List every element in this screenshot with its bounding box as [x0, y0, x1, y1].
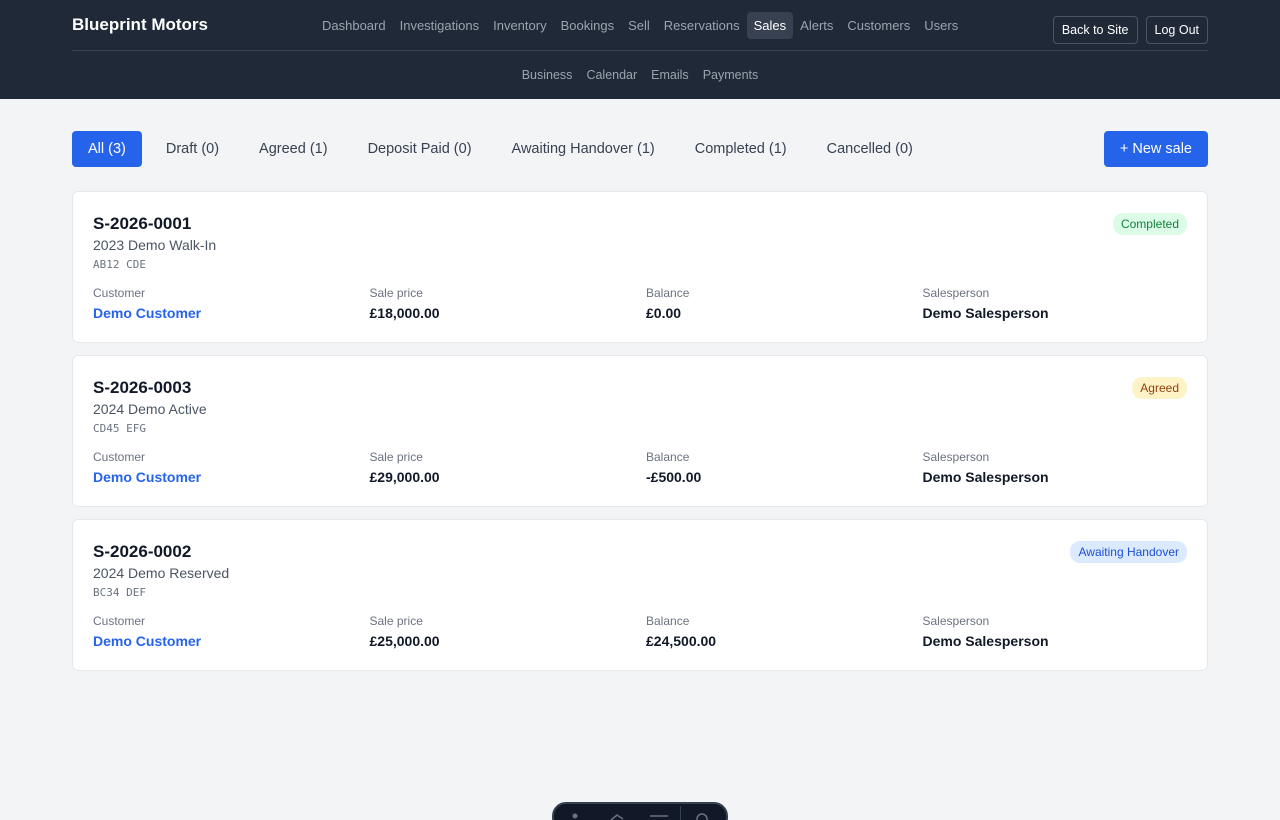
sale-card[interactable]: S-2026-0002 2024 Demo Reserved BC34 DEF … — [72, 519, 1208, 671]
status-badge: Awaiting Handover — [1070, 541, 1187, 563]
filter-tab-completed[interactable]: Completed (1) — [679, 131, 803, 167]
registration-plate: BC34 DEF — [93, 586, 146, 599]
menu-icon[interactable] — [638, 812, 680, 820]
filter-tab-awaiting-handover[interactable]: Awaiting Handover (1) — [496, 131, 671, 167]
salesperson-value: Demo Salesperson — [922, 633, 1049, 649]
balance-label: Balance — [646, 614, 690, 628]
sale-price-label: Sale price — [369, 450, 423, 464]
header-primary-row: Blueprint Motors Dashboard Investigations… — [72, 0, 1208, 51]
balance-value: £0.00 — [646, 305, 682, 321]
sales-list: S-2026-0001 2023 Demo Walk-In AB12 CDE C… — [72, 191, 1208, 671]
salesperson-value: Demo Salesperson — [922, 469, 1049, 485]
status-filter-bar: All (3) Draft (0) Agreed (1) Deposit Paid (… — [72, 131, 1208, 167]
customer-label: Customer — [93, 286, 146, 300]
floating-toolbar — [552, 802, 728, 820]
log-out-button[interactable]: Log Out — [1145, 16, 1208, 44]
nav-investigations[interactable]: Investigations — [393, 12, 487, 39]
customer-label: Customer — [93, 450, 146, 464]
salesperson-label: Salesperson — [922, 450, 990, 464]
customer-link[interactable]: Demo Customer — [93, 632, 370, 650]
person-icon[interactable] — [554, 812, 596, 820]
nav-dashboard[interactable]: Dashboard — [315, 12, 393, 39]
new-sale-button[interactable]: + New sale — [1103, 131, 1208, 167]
nav-users[interactable]: Users — [917, 12, 965, 39]
vehicle-name: 2024 Demo Reserved — [93, 565, 230, 581]
sale-price-value: £25,000.00 — [369, 633, 440, 649]
balance-label: Balance — [646, 286, 690, 300]
filter-tab-deposit-paid[interactable]: Deposit Paid (0) — [352, 131, 488, 167]
customer-label: Customer — [93, 614, 146, 628]
balance-value: £24,500.00 — [646, 633, 717, 649]
subnav-calendar[interactable]: Calendar — [579, 64, 644, 86]
salesperson-label: Salesperson — [922, 614, 990, 628]
hand-pointer-icon[interactable] — [596, 812, 638, 820]
nav-reservations[interactable]: Reservations — [657, 12, 747, 39]
main-content: All (3) Draft (0) Agreed (1) Deposit Paid (… — [72, 131, 1208, 671]
sale-reference[interactable]: S-2026-0003 — [93, 378, 1187, 398]
sale-card[interactable]: S-2026-0003 2024 Demo Active CD45 EFG Ag… — [72, 355, 1208, 507]
salesperson-label: Salesperson — [922, 286, 990, 300]
subnav-business[interactable]: Business — [515, 64, 580, 86]
status-badge: Agreed — [1132, 377, 1187, 399]
salesperson-value: Demo Salesperson — [922, 305, 1049, 321]
gear-icon[interactable] — [681, 812, 723, 820]
customer-link[interactable]: Demo Customer — [93, 304, 370, 322]
subnav-payments[interactable]: Payments — [696, 64, 766, 86]
sub-nav: Business Calendar Emails Payments — [72, 51, 1208, 98]
sale-reference[interactable]: S-2026-0002 — [93, 542, 1187, 562]
status-badge: Completed — [1112, 213, 1187, 235]
nav-sell[interactable]: Sell — [621, 12, 657, 39]
sale-card[interactable]: S-2026-0001 2023 Demo Walk-In AB12 CDE C… — [72, 191, 1208, 343]
registration-plate: CD45 EFG — [93, 422, 146, 435]
sale-price-value: £29,000.00 — [369, 469, 440, 485]
balance-label: Balance — [646, 450, 690, 464]
brand-logo[interactable]: Blueprint Motors — [72, 15, 315, 35]
registration-plate: AB12 CDE — [93, 258, 146, 271]
balance-value: -£500.00 — [646, 469, 702, 485]
sale-price-label: Sale price — [369, 614, 423, 628]
sale-reference[interactable]: S-2026-0001 — [93, 214, 1187, 234]
top-header: Blueprint Motors Dashboard Investigations… — [0, 0, 1280, 99]
filter-tab-agreed[interactable]: Agreed (1) — [243, 131, 344, 167]
nav-alerts[interactable]: Alerts — [793, 12, 840, 39]
vehicle-name: 2024 Demo Active — [93, 401, 207, 417]
filter-tab-draft[interactable]: Draft (0) — [150, 131, 235, 167]
nav-bookings[interactable]: Bookings — [554, 12, 621, 39]
main-nav: Dashboard Investigations Inventory Bookings… — [315, 11, 965, 39]
sale-price-value: £18,000.00 — [369, 305, 440, 321]
nav-sales[interactable]: Sales — [746, 11, 794, 39]
subnav-emails[interactable]: Emails — [644, 64, 696, 86]
nav-customers[interactable]: Customers — [840, 12, 917, 39]
customer-link[interactable]: Demo Customer — [93, 468, 370, 486]
filter-tab-all[interactable]: All (3) — [72, 131, 142, 167]
nav-inventory[interactable]: Inventory — [486, 12, 553, 39]
vehicle-name: 2023 Demo Walk-In — [93, 237, 217, 253]
sale-price-label: Sale price — [369, 286, 423, 300]
filter-tab-cancelled[interactable]: Cancelled (0) — [811, 131, 929, 167]
back-to-site-button[interactable]: Back to Site — [1052, 16, 1138, 44]
